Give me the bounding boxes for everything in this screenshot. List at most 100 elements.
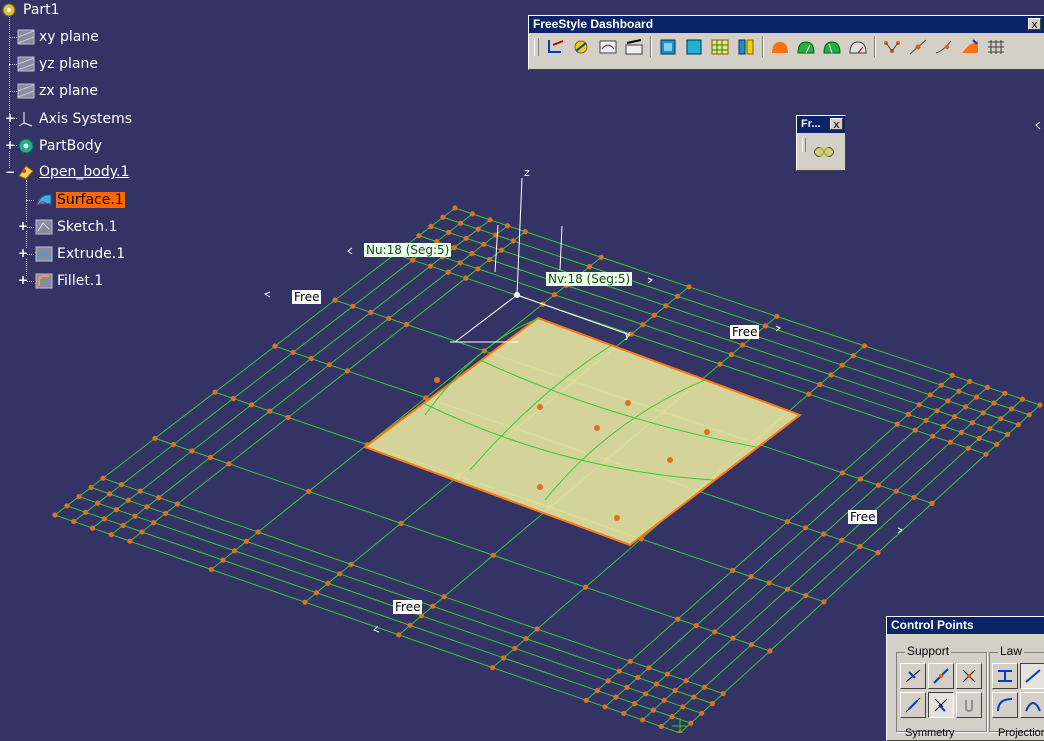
control-point[interactable] <box>451 245 457 251</box>
control-point[interactable] <box>267 408 273 414</box>
control-point[interactable] <box>523 636 529 642</box>
control-point[interactable] <box>938 382 944 388</box>
control-point[interactable] <box>469 250 475 257</box>
control-point[interactable] <box>52 512 58 518</box>
control-point[interactable] <box>894 421 900 427</box>
free-label-2[interactable]: Free <box>730 325 760 339</box>
tree-item-axis-systems[interactable]: Axis Systems <box>16 108 133 130</box>
control-point[interactable] <box>446 229 452 235</box>
control-point[interactable] <box>510 238 516 244</box>
dome-icon[interactable] <box>767 35 793 59</box>
control-point[interactable] <box>457 260 463 266</box>
control-point[interactable] <box>664 671 671 677</box>
control-point[interactable] <box>306 488 312 494</box>
control-point[interactable] <box>691 694 697 700</box>
control-point[interactable] <box>947 439 954 445</box>
specification-tree[interactable]: Part1 xy plane yz plane zx plane + Axis … <box>0 0 260 300</box>
control-point[interactable] <box>640 322 646 328</box>
control-point[interactable] <box>632 701 638 707</box>
control-point[interactable] <box>272 343 278 349</box>
control-point[interactable] <box>661 697 667 703</box>
control-point[interactable] <box>748 642 755 648</box>
control-point[interactable] <box>839 362 845 368</box>
control-point[interactable] <box>232 548 238 554</box>
control-point[interactable] <box>440 214 446 220</box>
control-point[interactable] <box>230 395 236 402</box>
control-point[interactable] <box>156 495 162 501</box>
control-point[interactable] <box>489 665 496 671</box>
control-point[interactable] <box>404 321 410 328</box>
control-point[interactable] <box>699 710 705 716</box>
control-point[interactable] <box>680 704 686 710</box>
control-point[interactable] <box>551 292 558 298</box>
expand-partbody-icon[interactable]: + <box>5 139 15 151</box>
control-point[interactable] <box>428 223 434 229</box>
control-point[interactable] <box>605 678 611 684</box>
control-point[interactable] <box>137 488 143 494</box>
control-point[interactable] <box>490 552 496 558</box>
control-point[interactable] <box>927 392 933 398</box>
control-point[interactable] <box>398 520 404 527</box>
control-point[interactable] <box>463 275 469 281</box>
free-label-4[interactable]: Free <box>393 600 423 614</box>
control-point[interactable] <box>534 626 540 632</box>
control-point[interactable] <box>669 714 675 720</box>
curve-match-icon[interactable] <box>931 35 957 59</box>
control-point[interactable] <box>475 266 481 272</box>
tree-item-yz-plane[interactable]: yz plane <box>16 53 99 75</box>
control-point[interactable] <box>1037 402 1043 408</box>
control-point[interactable] <box>396 632 402 638</box>
control-point[interactable] <box>95 500 101 506</box>
control-point[interactable] <box>108 532 114 538</box>
control-point[interactable] <box>949 372 955 378</box>
control-point[interactable] <box>368 309 374 315</box>
control-point[interactable] <box>208 566 214 573</box>
control-point[interactable] <box>650 707 657 713</box>
control-point[interactable] <box>290 349 296 355</box>
control-point[interactable] <box>984 384 990 390</box>
support-compass-direction-icon[interactable] <box>928 692 954 718</box>
control-point[interactable] <box>839 537 845 543</box>
mesh-grid-icon[interactable] <box>983 35 1009 59</box>
control-point[interactable] <box>89 525 96 531</box>
gauge-icon[interactable] <box>819 35 845 59</box>
control-point[interactable] <box>248 402 255 408</box>
control-point[interactable] <box>857 543 863 550</box>
attenuation-icon[interactable] <box>595 35 621 59</box>
surface-edit-icon[interactable] <box>957 35 983 59</box>
control-point[interactable] <box>598 254 604 260</box>
control-point[interactable] <box>766 580 772 586</box>
control-point[interactable] <box>934 408 940 414</box>
control-point[interactable] <box>452 205 458 211</box>
control-point[interactable] <box>916 402 922 408</box>
control-point[interactable] <box>1015 422 1022 428</box>
control-point[interactable] <box>624 684 630 690</box>
tree-item-sketch[interactable]: Sketch.1 <box>34 216 119 238</box>
control-point[interactable] <box>337 571 343 577</box>
control-point[interactable] <box>646 665 652 671</box>
control-point[interactable] <box>712 629 718 635</box>
control-point[interactable] <box>313 590 320 596</box>
tree-root-part1[interactable]: Part1 <box>0 0 61 21</box>
control-point[interactable] <box>861 343 868 349</box>
control-point[interactable] <box>139 529 145 535</box>
gauge-icon[interactable] <box>845 35 871 59</box>
control-point[interactable] <box>702 684 708 690</box>
control-point[interactable] <box>226 461 232 467</box>
control-point[interactable] <box>635 674 641 681</box>
control-point[interactable] <box>1002 390 1008 396</box>
law-constant-icon[interactable] <box>992 663 1018 689</box>
expand-sketch-icon[interactable]: + <box>18 220 28 232</box>
control-point[interactable] <box>1019 396 1025 402</box>
control-point[interactable] <box>717 361 723 367</box>
control-point[interactable] <box>930 433 936 439</box>
control-point[interactable] <box>120 522 126 529</box>
control-point[interactable] <box>965 445 971 451</box>
control-point[interactable] <box>911 494 917 500</box>
control-point[interactable] <box>627 658 633 664</box>
control-point[interactable] <box>912 427 918 433</box>
control-point[interactable] <box>821 599 827 605</box>
control-point[interactable] <box>941 423 947 429</box>
compass-axes[interactable] <box>450 177 631 343</box>
control-point[interactable] <box>151 520 157 526</box>
